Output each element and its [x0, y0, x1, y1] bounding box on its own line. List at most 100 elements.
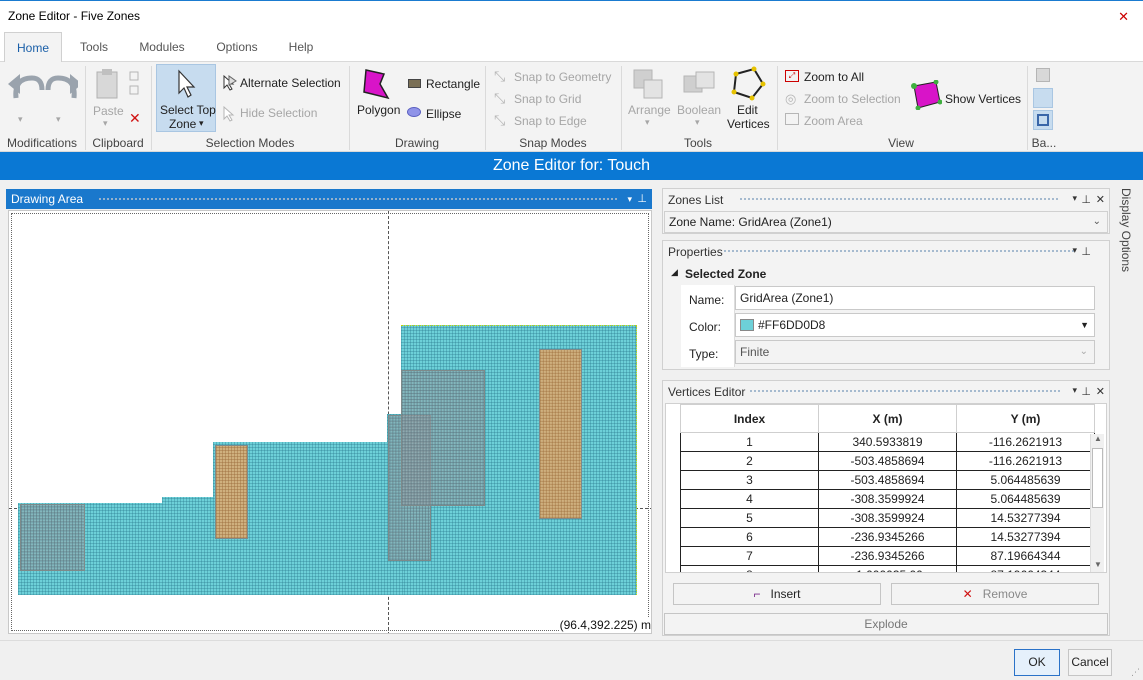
zone-rect-gray-1[interactable] — [20, 504, 85, 571]
boolean-button[interactable]: Boolean — [677, 103, 721, 117]
vertex-y-cell[interactable]: 14.53277394 — [956, 527, 1095, 547]
tab-tools[interactable]: Tools — [66, 32, 122, 62]
vertex-index-cell[interactable]: 3 — [680, 470, 819, 490]
vertex-index-cell[interactable]: 1 — [680, 432, 819, 452]
table-row[interactable]: 5 -308.3599924 14.53277394 — [680, 508, 1095, 528]
zone-rect-orange-1[interactable] — [215, 445, 248, 539]
zoom-selection-button[interactable]: Zoom to Selection — [804, 92, 901, 106]
edit-vertices-label-1[interactable]: Edit — [737, 103, 758, 117]
vertex-x-cell[interactable]: -503.4858694 — [818, 470, 957, 490]
close-icon[interactable]: ✕ — [1096, 385, 1105, 398]
pin-icon[interactable]: ⊥ — [1081, 245, 1091, 258]
polygon-icon[interactable] — [360, 68, 392, 102]
copy-icon[interactable] — [128, 70, 142, 110]
zone-gridarea-part[interactable] — [162, 497, 215, 595]
vertex-index-cell[interactable]: 6 — [680, 527, 819, 547]
color-field[interactable]: #FF6DD0D8 ▼ — [735, 313, 1095, 337]
table-row[interactable]: 8-1.000035.0087.19664344 — [680, 565, 1095, 572]
pin-icon[interactable]: ⊥ — [1081, 385, 1091, 398]
boolean-icon[interactable] — [682, 70, 716, 98]
zone-select[interactable]: Zone Name: GridArea (Zone1) ⌄ — [664, 211, 1108, 233]
snap-grid-button[interactable]: Snap to Grid — [514, 92, 581, 106]
dropdown-icon[interactable]: ▾ — [1072, 193, 1077, 204]
scrollbar-thumb[interactable] — [1092, 448, 1103, 508]
tab-modules[interactable]: Modules — [130, 32, 194, 62]
vertex-x-cell[interactable]: -236.9345266 — [818, 546, 957, 566]
ellipse-button[interactable]: Ellipse — [426, 107, 461, 121]
vertex-x-cell[interactable]: -1.000035.00 — [818, 565, 957, 572]
paste-label[interactable]: Paste — [93, 104, 124, 118]
dropdown-icon[interactable]: ▾ — [1072, 245, 1077, 256]
zone-rect-gray-3[interactable] — [401, 370, 485, 506]
cancel-button[interactable]: Cancel — [1068, 649, 1112, 676]
vertex-index-cell[interactable]: 2 — [680, 451, 819, 471]
edit-vertices-icon[interactable] — [730, 66, 766, 102]
column-header-x[interactable]: X (m) — [818, 404, 957, 433]
vertex-index-cell[interactable]: 4 — [680, 489, 819, 509]
table-row[interactable]: 2 -503.4858694 -116.2621913 — [680, 451, 1095, 471]
vertices-grid[interactable]: Index X (m) Y (m) 1 340.5933819 -116.26219… — [665, 403, 1107, 573]
undo-redo-icon[interactable] — [6, 68, 78, 108]
rectangle-button[interactable]: Rectangle — [426, 77, 480, 91]
tab-help[interactable]: Help — [278, 32, 324, 62]
show-vertices-icon[interactable] — [908, 80, 942, 110]
zoom-all-button[interactable]: Zoom to All — [804, 70, 864, 84]
vertex-index-cell[interactable]: 8 — [680, 565, 819, 572]
vertex-x-cell[interactable]: -236.9345266 — [818, 527, 957, 547]
show-vertices-button[interactable]: Show Vertices — [945, 92, 1021, 106]
vertex-y-cell[interactable]: 87.19664344 — [956, 546, 1095, 566]
vertex-y-cell[interactable]: -116.2621913 — [956, 432, 1095, 452]
polygon-button[interactable]: Polygon — [357, 103, 400, 117]
table-row[interactable]: 1 340.5933819 -116.2621913 — [680, 432, 1095, 452]
dropdown-icon[interactable]: ▾ — [627, 189, 632, 209]
vertex-x-cell[interactable]: -503.4858694 — [818, 451, 957, 471]
paste-icon[interactable] — [94, 68, 122, 100]
type-field[interactable]: Finite ⌄ — [735, 340, 1095, 364]
background-frame-icon[interactable] — [1033, 110, 1053, 130]
tab-home[interactable]: Home — [4, 32, 62, 62]
explode-button[interactable]: Explode — [664, 613, 1108, 635]
pin-icon[interactable]: ⊥ — [1081, 193, 1091, 206]
vertex-y-cell[interactable]: 5.064485639 — [956, 470, 1095, 490]
vertex-index-cell[interactable]: 5 — [680, 508, 819, 528]
close-icon[interactable]: ✕ — [1096, 193, 1105, 206]
table-row[interactable]: 4 -308.3599924 5.064485639 — [680, 489, 1095, 509]
vertex-index-cell[interactable]: 7 — [680, 546, 819, 566]
vertex-y-cell[interactable]: -116.2621913 — [956, 451, 1095, 471]
background-layer-icon[interactable] — [1033, 88, 1053, 108]
table-row[interactable]: 3 -503.4858694 5.064485639 — [680, 470, 1095, 490]
vertex-x-cell[interactable]: 340.5933819 — [818, 432, 957, 452]
edit-vertices-label-2[interactable]: Vertices — [727, 117, 770, 131]
zoom-area-button[interactable]: Zoom Area — [804, 114, 863, 128]
vertex-x-cell[interactable]: -308.3599924 — [818, 489, 957, 509]
ok-button[interactable]: OK — [1014, 649, 1060, 676]
tab-options[interactable]: Options — [206, 32, 268, 62]
scroll-down-icon[interactable]: ▼ — [1094, 560, 1102, 569]
display-options-tab[interactable]: Display Options — [1117, 188, 1137, 288]
name-field[interactable]: GridArea (Zone1) — [735, 286, 1095, 310]
arrange-icon[interactable] — [632, 68, 666, 100]
table-row[interactable]: 7 -236.9345266 87.19664344 — [680, 546, 1095, 566]
alternate-selection-button[interactable]: Alternate Selection — [240, 76, 341, 90]
drawing-canvas[interactable]: (96.4,392.225) m — [8, 210, 652, 634]
column-header-index[interactable]: Index — [680, 404, 819, 433]
vertex-y-cell[interactable]: 87.19664344 — [956, 565, 1095, 572]
vertex-y-cell[interactable]: 14.53277394 — [956, 508, 1095, 528]
vertex-y-cell[interactable]: 5.064485639 — [956, 489, 1095, 509]
resize-grip-icon[interactable]: ⋰ — [1131, 667, 1140, 678]
remove-button[interactable]: ✕ Remove — [891, 583, 1099, 605]
vertical-scrollbar[interactable]: ▲ ▼ — [1090, 434, 1104, 572]
close-icon[interactable]: ✕ — [1118, 9, 1129, 25]
background-image-icon[interactable] — [1036, 68, 1050, 82]
column-header-y[interactable]: Y (m) — [956, 404, 1095, 433]
arrange-button[interactable]: Arrange — [628, 103, 671, 117]
delete-icon[interactable]: ✕ — [129, 110, 141, 127]
zone-rect-orange-2[interactable] — [539, 349, 582, 519]
pin-icon[interactable]: ⊥ — [637, 189, 647, 209]
dropdown-icon[interactable]: ▾ — [1072, 385, 1077, 396]
table-row[interactable]: 6 -236.9345266 14.53277394 — [680, 527, 1095, 547]
select-top-zone-button[interactable]: Select Top Zone ▾ — [156, 64, 216, 132]
scroll-up-icon[interactable]: ▲ — [1094, 434, 1102, 443]
collapse-icon[interactable]: ◢ — [671, 267, 678, 278]
snap-geometry-button[interactable]: Snap to Geometry — [514, 70, 611, 84]
